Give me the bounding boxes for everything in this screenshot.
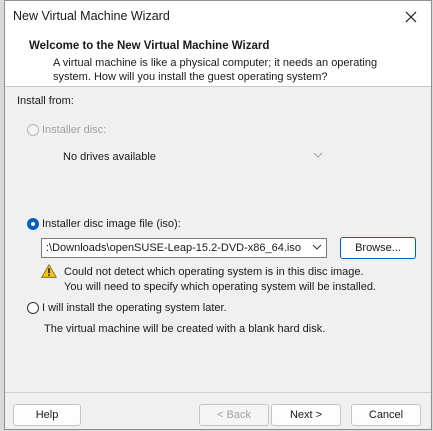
drive-select-value: No drives available bbox=[63, 151, 156, 163]
header-description: A virtual machine is like a physical com… bbox=[53, 56, 393, 84]
iso-path-value: :\Downloads\openSUSE-Leap-15.2-DVD-x86_6… bbox=[46, 242, 301, 254]
installer-disc-label: Installer disc: bbox=[42, 124, 107, 136]
close-icon bbox=[405, 11, 417, 23]
wizard-header: Welcome to the New Virtual Machine Wizar… bbox=[5, 33, 431, 87]
chevron-down-icon[interactable] bbox=[312, 244, 322, 250]
install-later-description: The virtual machine will be created with… bbox=[44, 323, 326, 335]
install-later-label: I will install the operating system late… bbox=[42, 302, 227, 314]
window-title: New Virtual Machine Wizard bbox=[13, 9, 170, 23]
help-button[interactable]: Help bbox=[13, 404, 81, 426]
install-later-radio[interactable] bbox=[27, 302, 39, 314]
header-title: Welcome to the New Virtual Machine Wizar… bbox=[29, 40, 270, 52]
warning-icon bbox=[41, 264, 57, 278]
warning-message: Could not detect which operating system … bbox=[64, 265, 376, 294]
iso-path-combobox[interactable]: :\Downloads\openSUSE-Leap-15.2-DVD-x86_6… bbox=[41, 238, 327, 258]
iso-radio[interactable] bbox=[27, 218, 39, 230]
browse-button[interactable]: Browse... bbox=[340, 237, 416, 259]
header-description-line1: A virtual machine is like a physical com… bbox=[53, 57, 378, 69]
cancel-button[interactable]: Cancel bbox=[351, 404, 421, 426]
next-button[interactable]: Next > bbox=[271, 404, 341, 426]
iso-label: Installer disc image file (iso): bbox=[42, 218, 181, 230]
title-bar: New Virtual Machine Wizard bbox=[5, 1, 431, 33]
install-from-label: Install from: bbox=[17, 95, 74, 107]
warning-line2: You will need to specify which operating… bbox=[64, 280, 377, 293]
drive-select[interactable]: No drives available bbox=[41, 147, 327, 167]
close-button[interactable] bbox=[391, 1, 431, 33]
installer-disc-radio[interactable] bbox=[27, 124, 39, 136]
wizard-window: New Virtual Machine Wizard Welcome to th… bbox=[4, 0, 432, 430]
footer-divider bbox=[5, 392, 431, 393]
back-button[interactable]: < Back bbox=[199, 404, 269, 426]
chevron-down-icon bbox=[313, 152, 323, 158]
warning-line1: Could not detect which operating system … bbox=[64, 266, 364, 278]
header-description-line2: system. How will you install the guest o… bbox=[53, 71, 328, 83]
